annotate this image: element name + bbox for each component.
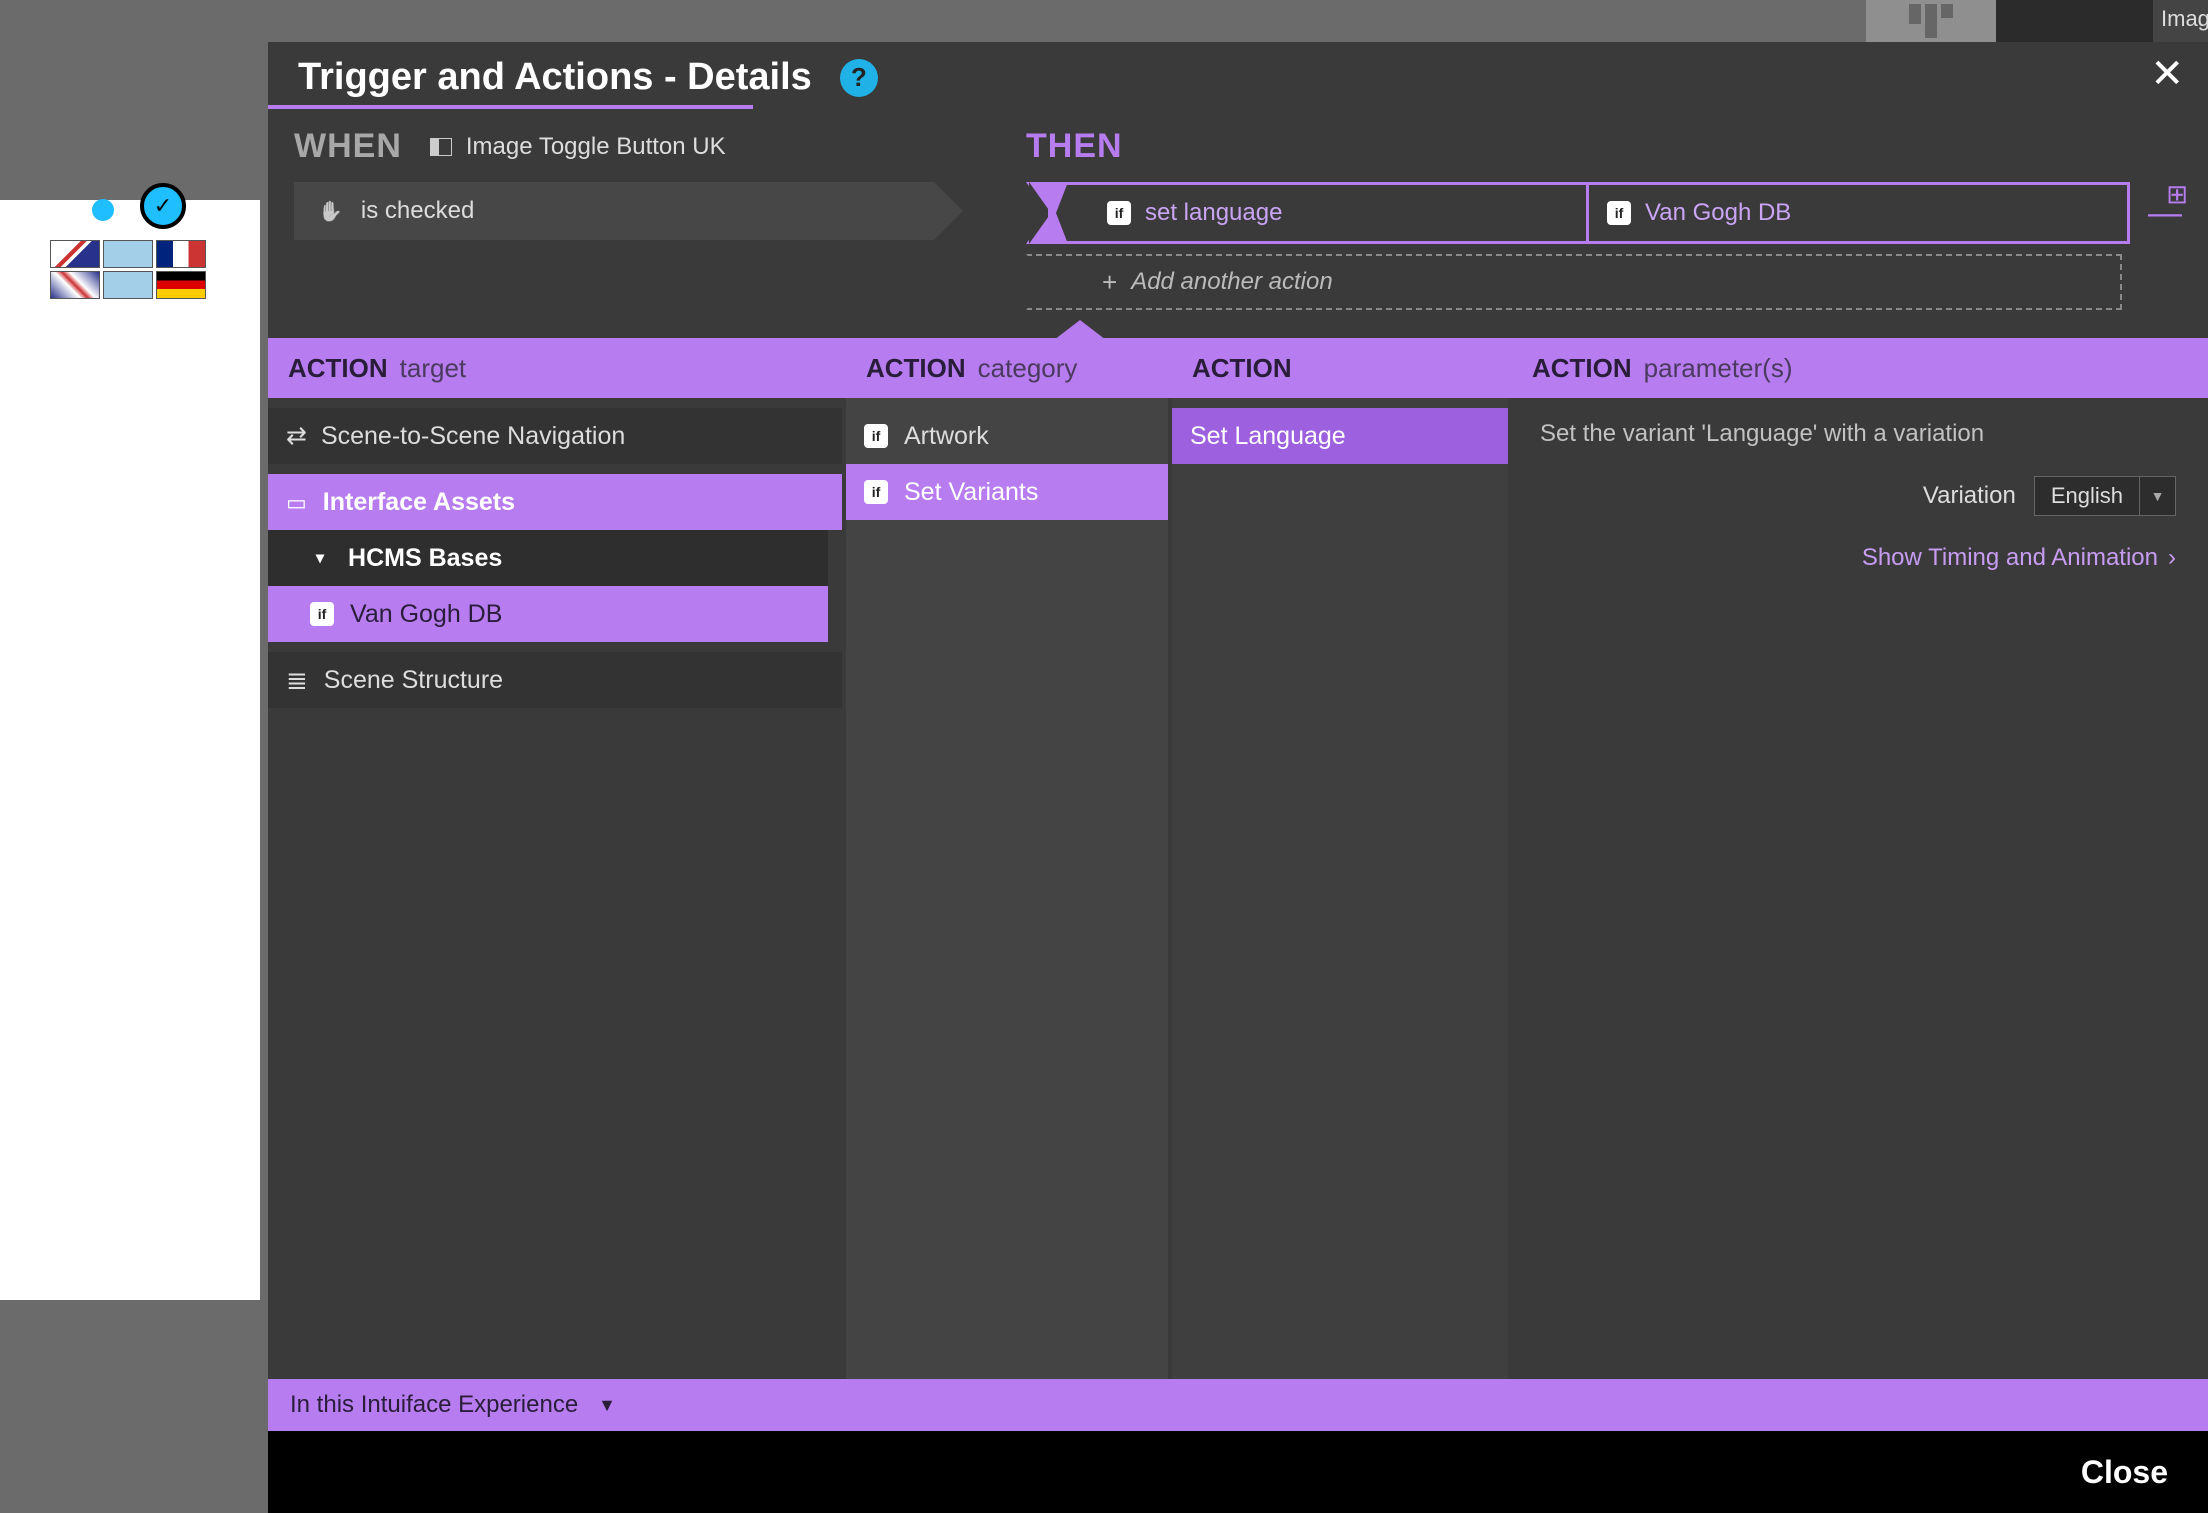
target-hcms-label: HCMS Bases bbox=[348, 544, 502, 573]
header-action-word: ACTION bbox=[288, 353, 388, 384]
when-source[interactable]: Image Toggle Button UK bbox=[430, 133, 726, 161]
category-artwork-label: Artwork bbox=[904, 422, 989, 451]
header-target-word: target bbox=[400, 353, 467, 384]
target-column: Scene-to-Scene Navigation Interface Asse… bbox=[268, 398, 846, 1379]
hand-icon bbox=[318, 197, 343, 225]
header-action-word: ACTION bbox=[1192, 353, 1292, 384]
category-set-variants-label: Set Variants bbox=[904, 478, 1038, 507]
close-icon[interactable]: ✕ bbox=[2150, 54, 2184, 94]
dialog-footer: Close bbox=[268, 1431, 2208, 1513]
variation-value: English bbox=[2035, 483, 2139, 509]
scope-label: In this Intuiface Experience bbox=[290, 1391, 578, 1419]
flag-grid bbox=[50, 240, 206, 299]
columns-body: Scene-to-Scene Navigation Interface Asse… bbox=[268, 398, 2208, 1379]
flag-toggle-widget[interactable]: ✓ bbox=[50, 205, 200, 325]
add-action-label: Add another action bbox=[1131, 268, 1332, 296]
arrows-icon bbox=[286, 421, 305, 451]
action-chevron-icon bbox=[1026, 182, 1048, 244]
trigger-badge-icon[interactable]: ✓ bbox=[140, 183, 186, 229]
layers-icon bbox=[286, 665, 308, 696]
then-column: THEN if set language if Van Gogh DB — bbox=[1026, 127, 2182, 310]
target-interface-assets-label: Interface Assets bbox=[323, 488, 515, 517]
dialog-titlebar: Trigger and Actions - Details ? ✕ bbox=[268, 42, 2208, 109]
if-badge-icon: if bbox=[1607, 201, 1631, 225]
if-badge-icon: if bbox=[864, 424, 888, 448]
header-action-word: ACTION bbox=[866, 353, 966, 384]
close-button[interactable]: Close bbox=[2081, 1454, 2168, 1491]
action-set-language-label: Set Language bbox=[1190, 422, 1346, 451]
variation-select[interactable]: English ▼ bbox=[2034, 476, 2176, 516]
action-target-cell[interactable]: if Van Gogh DB bbox=[1589, 185, 2127, 241]
scope-bar[interactable]: In this Intuiface Experience ▼ bbox=[268, 1379, 2208, 1431]
param-variation-row: Variation English ▼ bbox=[1540, 476, 2176, 516]
then-label: THEN bbox=[1026, 127, 2182, 166]
flag-fr[interactable] bbox=[156, 240, 206, 268]
timing-label: Show Timing and Animation bbox=[1862, 544, 2158, 572]
when-source-text: Image Toggle Button UK bbox=[466, 133, 726, 161]
flag-uk-2[interactable] bbox=[50, 271, 100, 299]
category-artwork[interactable]: if Artwork bbox=[846, 408, 1168, 464]
add-action-button[interactable]: + Add another action bbox=[1026, 254, 2122, 310]
bars-icon bbox=[1909, 4, 1953, 42]
action-set-language[interactable]: Set Language bbox=[1172, 408, 1508, 464]
plus-icon: + bbox=[1102, 267, 1117, 298]
chevron-down-icon: ▼ bbox=[2139, 477, 2175, 515]
action-column: Set Language bbox=[1172, 398, 1512, 1379]
target-scene-structure[interactable]: Scene Structure bbox=[268, 652, 842, 708]
if-badge-icon: if bbox=[310, 602, 334, 626]
action-name-cell[interactable]: if set language bbox=[1051, 185, 1589, 241]
when-then-panel: ⊞ WHEN Image Toggle Button UK is checked… bbox=[268, 109, 2208, 338]
when-label: WHEN bbox=[294, 127, 402, 166]
toggle-button-icon bbox=[430, 138, 452, 156]
parameters-column: Set the variant 'Language' with a variat… bbox=[1512, 398, 2208, 1379]
action-chip[interactable]: if set language if Van Gogh DB bbox=[1048, 182, 2130, 244]
header-action: ACTION bbox=[1172, 338, 1512, 398]
trigger-chip[interactable]: is checked bbox=[294, 182, 934, 240]
variation-label: Variation bbox=[1923, 482, 2016, 510]
category-set-variants[interactable]: if Set Variants bbox=[846, 464, 1168, 520]
trigger-text: is checked bbox=[361, 197, 474, 225]
if-badge-icon: if bbox=[864, 480, 888, 504]
columns-header: ACTION target ACTION category ACTION ACT… bbox=[268, 338, 2208, 398]
flag-de[interactable] bbox=[156, 271, 206, 299]
pointer-arrow-icon bbox=[1054, 320, 1106, 340]
header-target: ACTION target bbox=[268, 338, 846, 398]
flag-uk[interactable] bbox=[50, 240, 100, 268]
flag-spacer bbox=[103, 240, 153, 268]
target-interface-assets[interactable]: Interface Assets bbox=[268, 474, 842, 530]
header-category-word: category bbox=[978, 353, 1078, 384]
help-icon[interactable]: ? bbox=[840, 59, 878, 97]
target-van-gogh-label: Van Gogh DB bbox=[350, 600, 502, 629]
chevron-down-icon: ▼ bbox=[598, 1395, 616, 1416]
chevron-down-icon: ▾ bbox=[316, 548, 324, 568]
target-scene-structure-label: Scene Structure bbox=[324, 666, 503, 695]
chevron-right-icon: › bbox=[2168, 544, 2176, 572]
top-tab-cutoff[interactable]: Imag bbox=[2153, 0, 2208, 42]
assets-icon bbox=[286, 488, 307, 517]
timing-link[interactable]: Show Timing and Animation › bbox=[1540, 544, 2176, 572]
flag-spacer bbox=[103, 271, 153, 299]
action-row: if set language if Van Gogh DB — bbox=[1026, 182, 2182, 244]
if-badge-icon: if bbox=[1107, 201, 1131, 225]
header-params-word: parameter(s) bbox=[1644, 353, 1793, 384]
action-name: set language bbox=[1145, 199, 1282, 227]
top-tab-inactive[interactable] bbox=[1866, 0, 1996, 42]
remove-action-button[interactable]: — bbox=[2148, 194, 2182, 233]
target-scene-nav-label: Scene-to-Scene Navigation bbox=[321, 422, 625, 451]
dialog-title: Trigger and Actions - Details bbox=[298, 56, 812, 99]
target-scene-nav[interactable]: Scene-to-Scene Navigation bbox=[268, 408, 842, 464]
header-parameters: ACTION parameter(s) bbox=[1512, 338, 2208, 398]
header-action-word: ACTION bbox=[1532, 353, 1632, 384]
param-description: Set the variant 'Language' with a variat… bbox=[1540, 420, 2176, 448]
canvas-background bbox=[0, 200, 260, 1300]
header-category: ACTION category bbox=[846, 338, 1172, 398]
triggers-actions-dialog: Trigger and Actions - Details ? ✕ ⊞ WHEN… bbox=[268, 42, 2208, 1513]
when-column: WHEN Image Toggle Button UK is checked bbox=[294, 127, 994, 310]
action-target: Van Gogh DB bbox=[1645, 199, 1791, 227]
target-van-gogh[interactable]: if Van Gogh DB bbox=[268, 586, 828, 642]
category-column: if Artwork if Set Variants bbox=[846, 398, 1172, 1379]
node-handle[interactable] bbox=[92, 199, 114, 221]
target-hcms-bases[interactable]: ▾ HCMS Bases bbox=[268, 530, 828, 586]
